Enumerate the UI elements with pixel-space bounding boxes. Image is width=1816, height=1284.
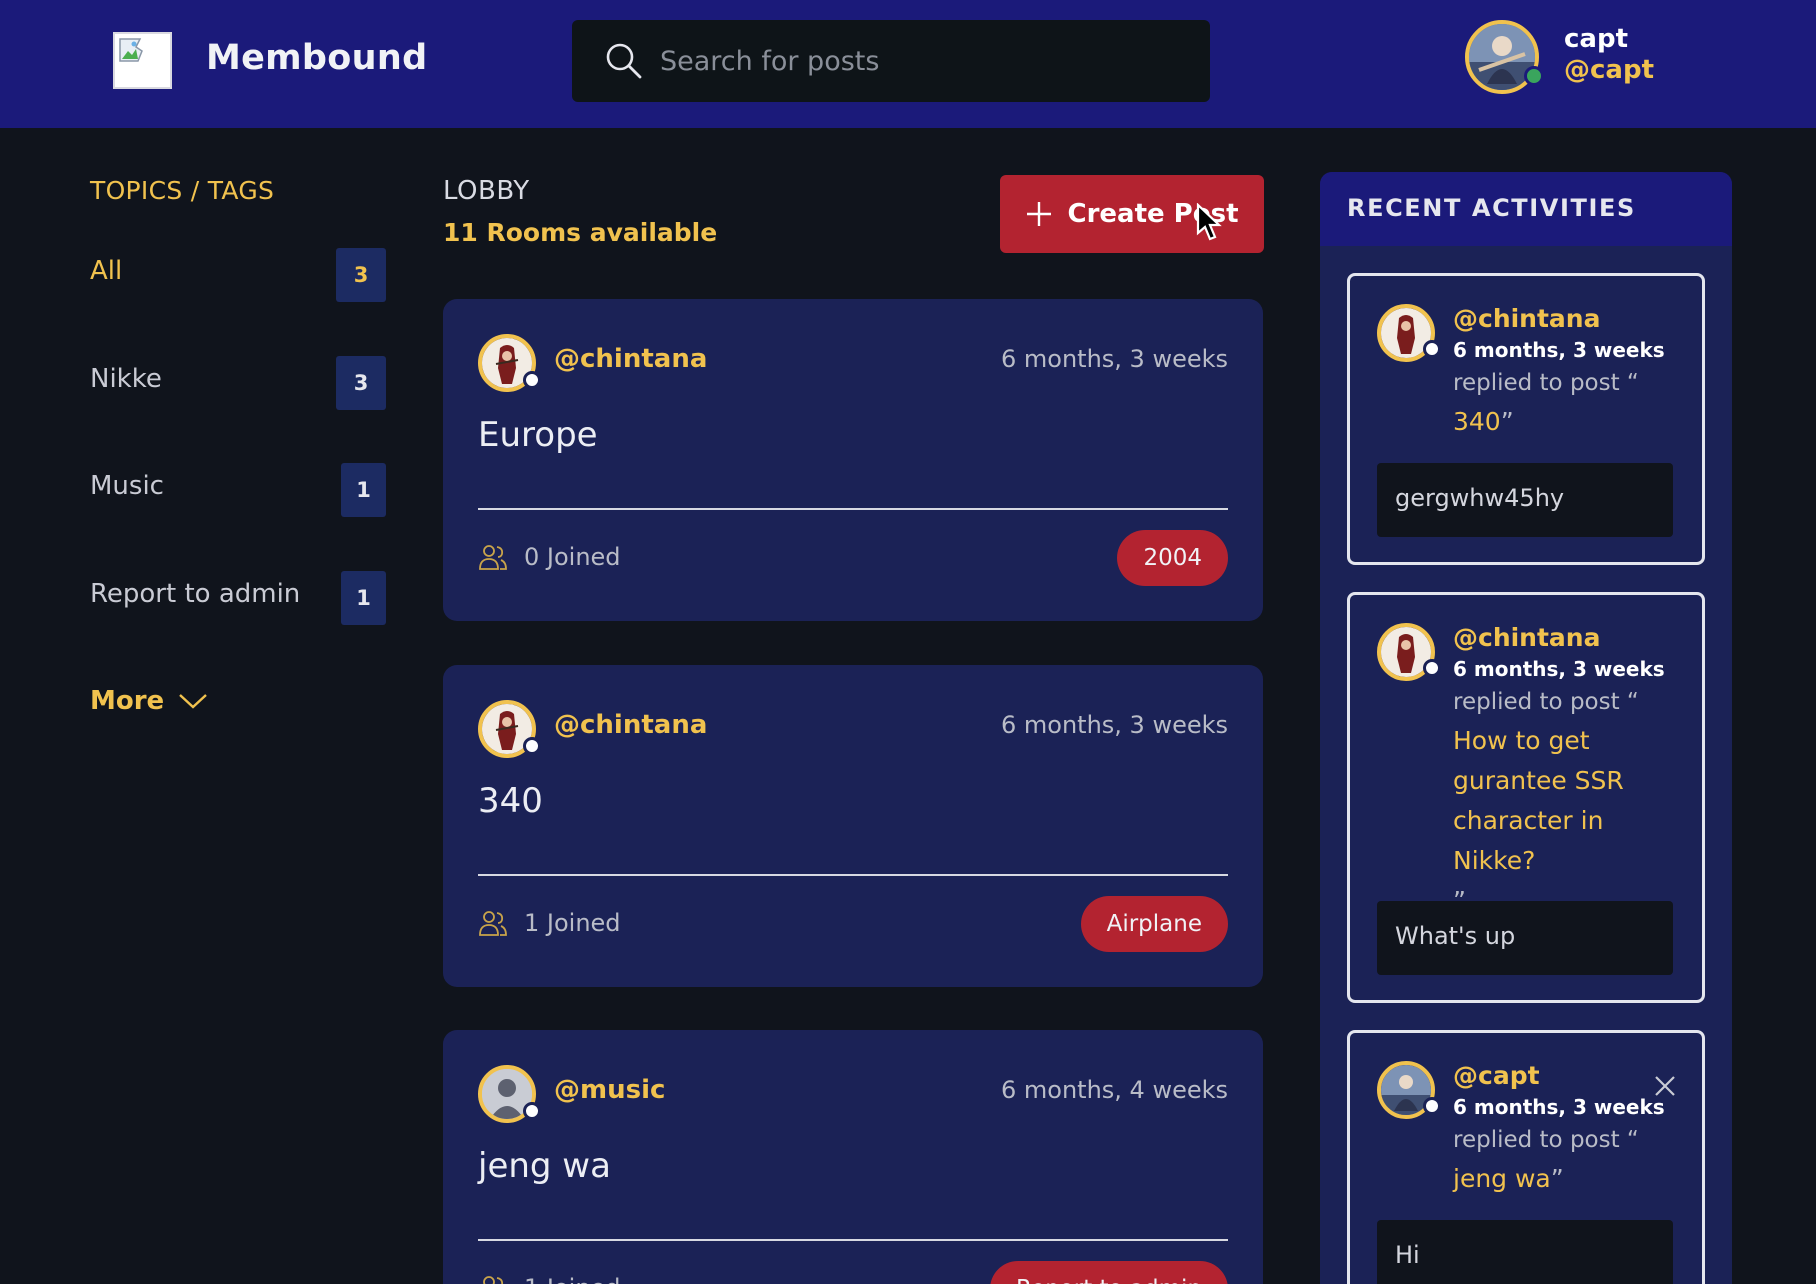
- mouse-cursor-icon: [1196, 203, 1222, 241]
- post-author[interactable]: @chintana: [554, 710, 707, 740]
- post-tag[interactable]: Report to admin: [989, 1261, 1228, 1284]
- post-title[interactable]: Europe: [478, 415, 598, 455]
- activity-post-title: jeng wa: [1453, 1164, 1551, 1193]
- post-card[interactable]: @chintana 6 months, 3 weeks Europe 0 Joi…: [443, 299, 1263, 621]
- closing-quote: ”: [1550, 1164, 1564, 1193]
- activity-time: 6 months, 3 weeks: [1453, 338, 1665, 362]
- topic-label: All: [90, 256, 123, 286]
- activity-reply-text: gergwhw45hy: [1395, 484, 1565, 512]
- user-name[interactable]: capt: [1564, 24, 1628, 54]
- activity-post-title: 340: [1453, 407, 1501, 436]
- top-bar: Membound capt @capt: [0, 0, 1816, 128]
- post-time: 6 months, 3 weeks: [1000, 711, 1228, 739]
- activity-action: replied to post “: [1453, 370, 1639, 396]
- activity-reply: What's up: [1377, 901, 1673, 975]
- post-title[interactable]: 340: [478, 781, 543, 821]
- chevron-down-icon: [179, 694, 208, 709]
- app-name[interactable]: Membound: [206, 38, 427, 78]
- activity-author[interactable]: @chintana: [1453, 623, 1600, 652]
- topic-label: Report to admin: [90, 579, 301, 609]
- activity-reply-text: Hi: [1395, 1241, 1420, 1269]
- topics-heading: TOPICS / TAGS: [90, 176, 275, 205]
- activity-reply: gergwhw45hy: [1377, 463, 1673, 537]
- topic-item-report-to-admin[interactable]: Report to admin 1: [90, 571, 386, 627]
- joined-count: 1 Joined: [478, 909, 621, 937]
- joined-label: 0 Joined: [524, 543, 621, 571]
- topic-label: Nikke: [90, 364, 162, 394]
- recent-activities-title: RECENT ACTIVITIES: [1347, 194, 1636, 222]
- create-post-button[interactable]: Create Post: [1000, 175, 1264, 253]
- activity-author[interactable]: @capt: [1453, 1061, 1540, 1090]
- joined-count: 1 Joined: [478, 1274, 621, 1284]
- close-icon[interactable]: [1654, 1075, 1676, 1097]
- post-tag[interactable]: 2004: [1117, 530, 1228, 586]
- recent-activities-panel: RECENT ACTIVITIES @chintana 6 months, 3 …: [1320, 172, 1732, 1284]
- lobby-title: LOBBY: [443, 176, 530, 206]
- joined-label: 1 Joined: [524, 909, 621, 937]
- topic-item-nikke[interactable]: Nikke 3: [90, 356, 386, 412]
- search-input[interactable]: [660, 38, 1180, 84]
- online-status-indicator: [523, 371, 541, 389]
- logo-image[interactable]: [113, 32, 172, 89]
- post-title[interactable]: jeng wa: [478, 1146, 611, 1186]
- user-handle[interactable]: @capt: [1564, 55, 1654, 85]
- post-time: 6 months, 3 weeks: [1000, 345, 1228, 373]
- card-divider: [478, 508, 1228, 510]
- online-status-indicator: [1423, 659, 1441, 677]
- post-tag[interactable]: Airplane: [1080, 896, 1228, 952]
- users-icon: [479, 911, 507, 936]
- broken-image-icon: [119, 38, 143, 62]
- activity-post-title: How to get gurantee SSR character in Nik…: [1453, 726, 1624, 875]
- online-status-indicator: [523, 737, 541, 755]
- online-status-indicator: [523, 1102, 541, 1120]
- rooms-available-count: 11 Rooms available: [443, 218, 718, 247]
- topic-item-music[interactable]: Music 1: [90, 463, 386, 519]
- post-card[interactable]: @chintana 6 months, 3 weeks 340 1 Joined…: [443, 665, 1263, 987]
- more-label: More: [90, 686, 165, 716]
- users-icon: [479, 545, 507, 570]
- joined-label: 1 Joined: [524, 1274, 621, 1284]
- post-card[interactable]: @music 6 months, 4 weeks jeng wa 1 Joine…: [443, 1030, 1263, 1284]
- topic-item-all[interactable]: All 3: [90, 248, 386, 304]
- activity-author[interactable]: @chintana: [1453, 304, 1600, 333]
- online-status-indicator: [1423, 340, 1441, 358]
- topic-count-badge: 3: [336, 356, 386, 410]
- activity-card[interactable]: @capt 6 months, 3 weeks replied to post …: [1347, 1030, 1705, 1284]
- more-topics-button[interactable]: More: [90, 686, 208, 716]
- activity-action: replied to post “: [1453, 1127, 1639, 1153]
- closing-quote: ”: [1500, 407, 1514, 436]
- topic-count-badge: 3: [336, 248, 386, 302]
- activity-action: replied to post “: [1453, 689, 1639, 715]
- activity-time: 6 months, 3 weeks: [1453, 1095, 1665, 1119]
- topic-count-badge: 1: [341, 571, 386, 625]
- activity-reply-text: What's up: [1395, 922, 1516, 950]
- activity-reply: Hi: [1377, 1220, 1673, 1284]
- post-author[interactable]: @music: [554, 1075, 665, 1105]
- activity-post-link[interactable]: 340”: [1453, 402, 1685, 442]
- post-author[interactable]: @chintana: [554, 344, 707, 374]
- card-divider: [478, 1239, 1228, 1241]
- activity-post-link[interactable]: How to get gurantee SSR character in Nik…: [1453, 721, 1685, 921]
- post-time: 6 months, 4 weeks: [1000, 1076, 1228, 1104]
- topic-label: Music: [90, 471, 164, 501]
- joined-count: 0 Joined: [478, 543, 621, 571]
- online-status-indicator: [1524, 66, 1544, 86]
- users-icon: [483, 1276, 504, 1284]
- search-bar[interactable]: [572, 20, 1210, 102]
- plus-icon: [1027, 202, 1052, 226]
- search-icon: [606, 43, 642, 79]
- card-divider: [478, 874, 1228, 876]
- activity-post-link[interactable]: jeng wa”: [1453, 1159, 1685, 1199]
- activity-card[interactable]: @chintana 6 months, 3 weeks replied to p…: [1347, 592, 1705, 1003]
- activity-card[interactable]: @chintana 6 months, 3 weeks replied to p…: [1347, 273, 1705, 565]
- online-status-indicator: [1423, 1097, 1441, 1115]
- topic-count-badge: 1: [341, 463, 386, 517]
- recent-activities-header: RECENT ACTIVITIES: [1320, 172, 1732, 246]
- activity-time: 6 months, 3 weeks: [1453, 657, 1665, 681]
